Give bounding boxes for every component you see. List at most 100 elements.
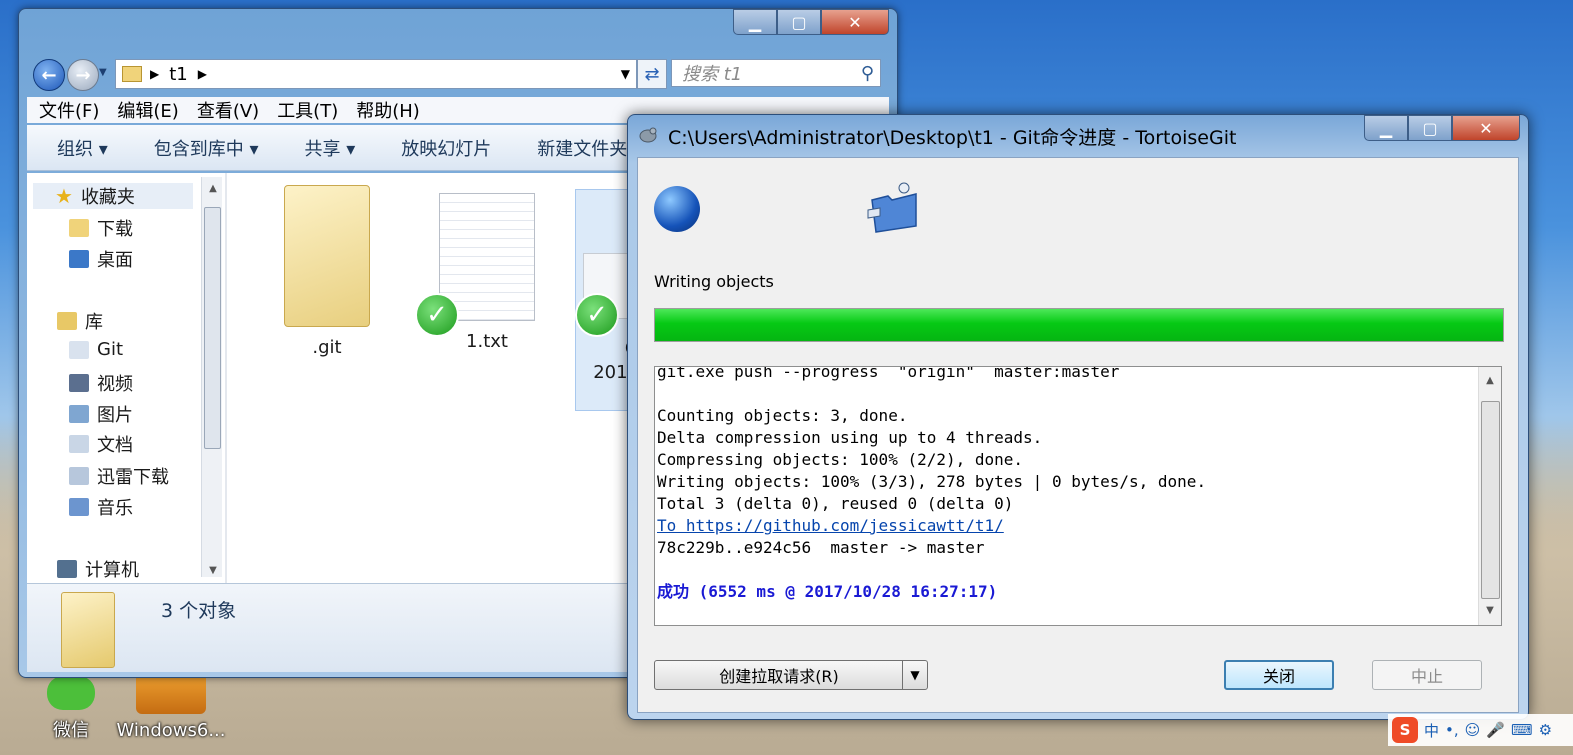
dialog-caption-buttons: ▁ ▢ ✕ [1364, 115, 1520, 141]
nav-favorites[interactable]: ★ 收藏夹 [33, 183, 193, 209]
button-label: 中止 [1410, 667, 1443, 686]
nav-downloads[interactable]: 下载 [69, 215, 133, 241]
globe-icon [654, 186, 700, 232]
history-dropdown-icon[interactable]: ▼ [99, 67, 107, 78]
keyboard-icon[interactable]: ⌨ [1511, 721, 1533, 739]
log-line: Compressing objects: 100% (2/2), done. [657, 450, 1024, 469]
back-button[interactable]: ← [33, 59, 65, 91]
breadcrumb-t1[interactable]: t1 [169, 64, 188, 85]
menu-tools[interactable]: 工具(T) [277, 97, 338, 123]
settings-icon[interactable]: ⚙ [1539, 721, 1552, 739]
desktop-icon-windows[interactable]: Windows6... [116, 670, 226, 741]
close-button[interactable]: ✕ [1452, 115, 1520, 141]
abort-button[interactable]: 中止 [1372, 660, 1482, 690]
folder-icon [122, 66, 142, 82]
refresh-button[interactable]: ⇄ [637, 59, 667, 89]
tortoisegit-progress-dialog: C:\Users\Administrator\Desktop\t1 - Git命… [627, 114, 1529, 720]
ime-language[interactable]: 中 [1424, 720, 1439, 741]
file-item-git[interactable]: .git [267, 185, 387, 358]
sogou-ime-icon[interactable]: S [1392, 717, 1418, 743]
log-line-link[interactable]: To https://github.com/jessicawtt/t1/ [657, 515, 1206, 537]
nav-label: 图片 [97, 405, 133, 426]
close-button[interactable]: ✕ [821, 9, 889, 35]
nav-label: 下载 [97, 219, 133, 240]
git-clean-overlay-icon: ✓ [575, 293, 619, 337]
microphone-icon[interactable]: 🎤 [1486, 721, 1505, 739]
progress-bar-fill [655, 309, 1503, 341]
log-scrollbar[interactable]: ▲ ▼ [1478, 367, 1501, 625]
system-tray: S 中 •, ☺ 🎤 ⌨ ⚙ [1388, 714, 1573, 746]
scrollbar-thumb[interactable] [204, 207, 221, 449]
wechat-icon [47, 676, 95, 710]
search-input[interactable]: 搜索 t1 ⚲ [671, 59, 881, 87]
scroll-up-icon[interactable]: ▲ [1479, 371, 1501, 389]
create-pull-request-button[interactable]: 创建拉取请求(R) ▼ [654, 660, 928, 690]
xunlei-icon [69, 467, 89, 485]
minimize-button[interactable]: ▁ [733, 9, 777, 35]
arrow-right-icon: → [75, 64, 91, 86]
folder-upload-icon [867, 182, 917, 233]
nav-music[interactable]: 音乐 [69, 494, 133, 520]
search-icon[interactable]: ⚲ [861, 63, 874, 84]
git-library-icon [69, 340, 89, 359]
menu-view[interactable]: 查看(V) [197, 97, 259, 123]
pictures-icon [69, 405, 89, 423]
log-line-success: 成功 (6552 ms @ 2017/10/28 16:27:17) [657, 582, 998, 601]
scroll-down-icon[interactable]: ▼ [1479, 601, 1501, 619]
nav-label: 迅雷下载 [97, 467, 169, 488]
nav-videos[interactable]: 视频 [69, 370, 133, 396]
dialog-title: C:\Users\Administrator\Desktop\t1 - Git命… [668, 127, 1237, 149]
progress-label: Writing objects [654, 272, 774, 291]
chevron-down-icon[interactable]: ▼ [621, 67, 630, 81]
log-line: Delta compression using up to 4 threads. [657, 428, 1043, 447]
chevron-right-icon[interactable]: ▶ [150, 67, 159, 81]
log-line: Counting objects: 3, done. [657, 406, 908, 425]
pane-divider[interactable] [225, 173, 227, 583]
nav-label: 视频 [97, 374, 133, 395]
desktop-icon-wechat[interactable]: 微信 [16, 676, 126, 742]
maximize-button[interactable]: ▢ [1408, 115, 1452, 141]
log-line: Writing objects: 100% (3/3), 278 bytes |… [657, 472, 1207, 491]
maximize-button[interactable]: ▢ [777, 9, 821, 35]
downloads-folder-icon [69, 219, 89, 237]
new-folder-button[interactable]: 新建文件夹 [537, 135, 627, 161]
organize-button[interactable]: 组织 ▾ [57, 135, 108, 161]
desktop-icon [69, 250, 89, 268]
include-in-library-button[interactable]: 包含到库中 ▾ [154, 135, 259, 161]
nav-documents[interactable]: 文档 [69, 431, 133, 457]
tortoisegit-icon [639, 127, 657, 143]
file-name: .git [312, 337, 342, 358]
scrollbar-thumb[interactable] [1481, 401, 1500, 599]
share-button[interactable]: 共享 ▾ [305, 135, 356, 161]
chevron-down-icon[interactable]: ▼ [902, 661, 927, 689]
menu-help[interactable]: 帮助(H) [356, 97, 420, 123]
minimize-button[interactable]: ▁ [1364, 115, 1408, 141]
documents-icon [69, 435, 89, 453]
nav-label: 收藏夹 [80, 187, 135, 208]
scroll-up-icon[interactable]: ▲ [202, 179, 224, 197]
nav-desktop[interactable]: 桌面 [69, 246, 133, 272]
log-output[interactable]: git.exe push --progress "origin" master:… [654, 366, 1502, 626]
nav-xunlei[interactable]: 迅雷下载 [69, 463, 169, 489]
slideshow-button[interactable]: 放映幻灯片 [401, 135, 491, 161]
folder-icon [284, 185, 370, 327]
log-lines: git.exe push --progress "origin" master:… [657, 367, 1207, 603]
nav-pictures[interactable]: 图片 [69, 401, 133, 427]
menu-file[interactable]: 文件(F) [39, 97, 99, 123]
videos-icon [69, 374, 89, 392]
address-bar[interactable]: ▶ t1 ▶ ▼ [115, 59, 637, 89]
chevron-right-icon[interactable]: ▶ [198, 67, 207, 81]
nav-label: 文档 [97, 435, 133, 456]
close-dialog-button[interactable]: 关闭 [1224, 660, 1334, 690]
arrow-left-icon: ← [41, 64, 57, 86]
nav-git[interactable]: Git [69, 339, 123, 360]
nav-scrollbar[interactable]: ▲ ▼ [201, 177, 222, 577]
punctuation-toggle[interactable]: •, [1445, 721, 1459, 739]
forward-button[interactable]: → [67, 59, 99, 91]
menu-edit[interactable]: 编辑(E) [117, 97, 178, 123]
emoji-icon[interactable]: ☺ [1465, 721, 1481, 739]
nav-libraries[interactable]: 库 [57, 308, 103, 334]
scroll-down-icon[interactable]: ▼ [202, 561, 224, 579]
nav-computer[interactable]: 计算机 [57, 556, 139, 582]
